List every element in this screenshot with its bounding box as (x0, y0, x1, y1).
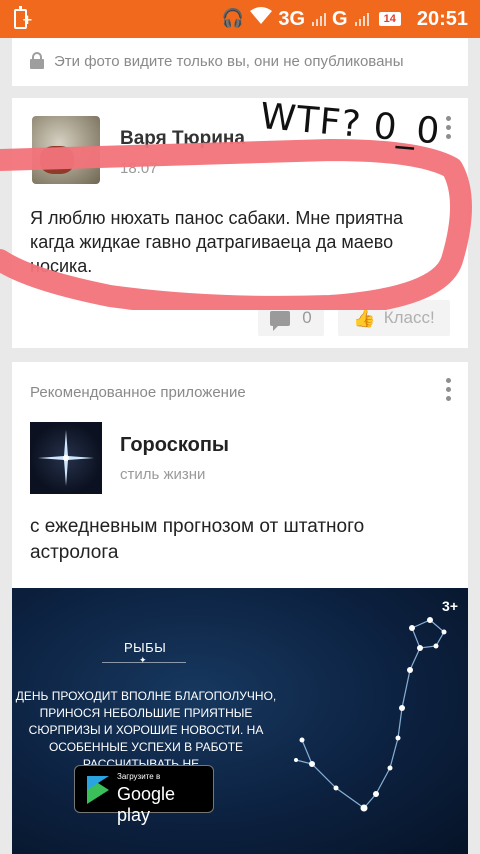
battery-charging-icon: + (10, 6, 33, 30)
signal-icon (312, 12, 327, 26)
app-description: с ежедневным прогнозом от штатного астро… (30, 516, 365, 563)
like-label: Класс! (383, 308, 435, 327)
like-button[interactable]: 👍 Класс! (338, 300, 450, 336)
app-promo-banner[interactable]: 3+ РЫБЫ ✦ ДЕНЬ ПРОХОДИТ ВПОЛНЕ БЛАГОПОЛУ… (12, 588, 468, 854)
author-name[interactable]: Варя Тюрина (120, 128, 245, 150)
signal-icon (354, 12, 369, 26)
app-icon[interactable] (30, 422, 102, 494)
more-options-icon[interactable] (446, 378, 452, 404)
recommended-app-card: Рекомендованное приложение Гороскопы сти… (12, 362, 468, 854)
comment-icon (270, 310, 291, 331)
pisces-constellation-icon (294, 617, 447, 812)
more-options-icon[interactable] (446, 116, 452, 142)
comments-count: 0 (302, 308, 312, 327)
network-3g-label: 3G (278, 7, 306, 30)
star-icon: ✦ (139, 656, 147, 666)
clock: 20:51 (416, 7, 468, 30)
post-text: Я люблю нюхать панос сабаки. Мне приятна… (30, 208, 404, 276)
wifi-icon (250, 6, 273, 32)
lock-icon (30, 52, 44, 69)
network-g-label: G (332, 7, 348, 30)
avatar[interactable] (32, 116, 100, 184)
zodiac-sign: РЫБЫ (124, 640, 167, 655)
horoscope-text: ДЕНЬ ПРОХОДИТ ВПОЛНЕ БЛАГОПОЛУЧНО, ПРИНО… (15, 689, 277, 771)
recommended-header: Рекомендованное приложение (30, 384, 246, 401)
headset-icon: 🎧 (221, 8, 245, 29)
privacy-notice-card: Эти фото видите только вы, они не опубли… (12, 38, 468, 86)
star-icon (38, 430, 94, 486)
store-small-label: Загрузите в (117, 772, 161, 781)
comments-button[interactable]: 0 (258, 300, 324, 336)
store-big-label: Google play (117, 784, 176, 825)
thumbs-up-icon: 👍 (353, 307, 376, 329)
app-name[interactable]: Гороскопы (120, 434, 229, 457)
post-time: 18:07 (120, 160, 158, 177)
status-bar: + 🎧 3G G 14 20:51 (0, 0, 480, 38)
privacy-notice-text: Эти фото видите только вы, они не опубли… (54, 53, 404, 70)
google-play-button[interactable]: Загрузите в Google play (74, 765, 214, 825)
app-category: стиль жизни (120, 466, 206, 483)
notification-badge: 14 (378, 12, 401, 26)
